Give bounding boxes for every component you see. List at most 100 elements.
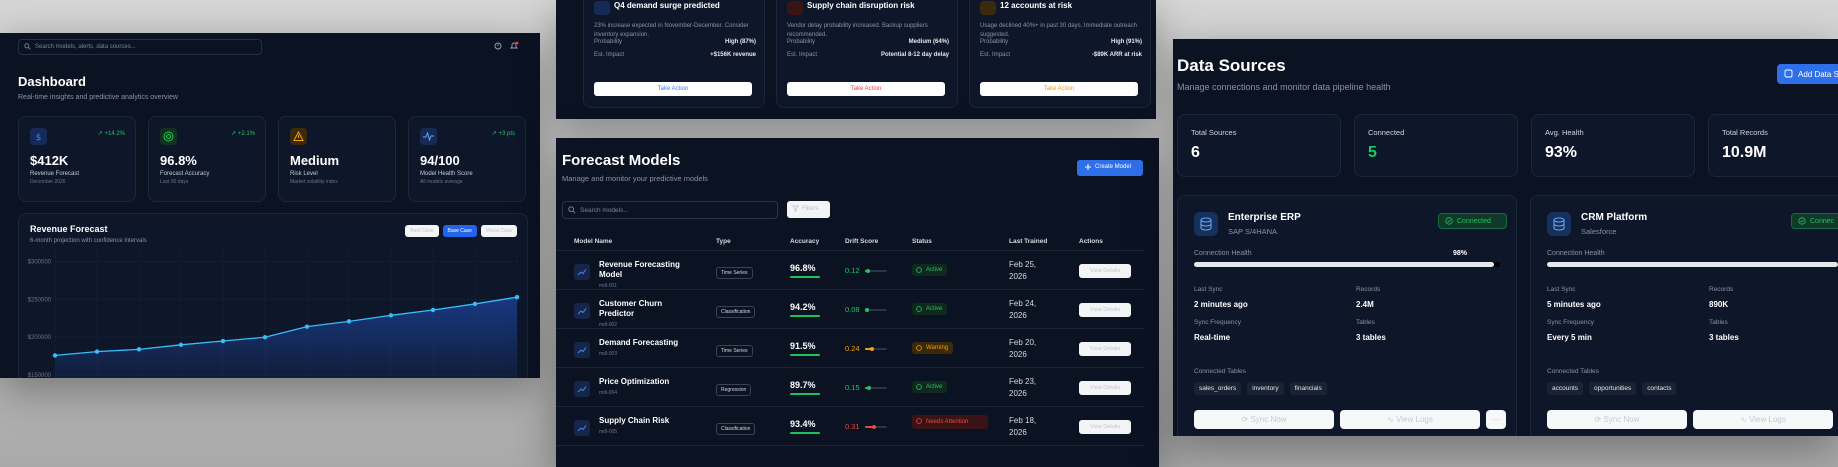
accuracy-bar <box>790 315 820 317</box>
best-case-button[interactable]: Best Case <box>405 225 439 237</box>
data-source-card[interactable]: CRM Platform Salesforce Connec Connection H… <box>1530 195 1838 436</box>
search-placeholder: Search models, alerts, data sources... <box>35 44 136 50</box>
kpi-change: +3 pts <box>498 131 515 137</box>
connection-status-badge: Connec <box>1791 213 1838 229</box>
create-model-button[interactable]: Create Model <box>1077 160 1143 176</box>
view-details-button[interactable]: View Details <box>1079 381 1131 395</box>
stat-total-sources: Total Sources 6 <box>1177 114 1341 177</box>
model-type-badge: Classification <box>716 423 756 435</box>
alert-card-supply: Supply chain disruption risk Vendor dela… <box>776 0 958 108</box>
more-icon: ⋯ <box>1492 415 1500 424</box>
base-case-button[interactable]: Base Case <box>442 225 477 237</box>
impact-label: Est. Impact <box>980 52 1011 58</box>
data-point[interactable] <box>514 294 520 300</box>
kpi-card-risk[interactable]: Medium Risk Level Market volatility inde… <box>278 116 396 202</box>
data-point[interactable] <box>388 313 394 318</box>
tables-label: Tables <box>1356 319 1375 326</box>
view-logs-button[interactable]: ∿ View Logs <box>1340 410 1480 429</box>
data-point[interactable] <box>52 353 58 358</box>
filters-button[interactable]: Filters <box>787 201 830 218</box>
bell-icon[interactable] <box>509 41 519 49</box>
table-row[interactable]: Supply Chain Risk mdl-005 Classification 93… <box>556 407 1144 446</box>
data-point[interactable] <box>136 347 142 352</box>
search-icon <box>24 43 31 50</box>
kpi-value: 94/100 <box>420 153 460 168</box>
clock-icon[interactable] <box>494 42 502 50</box>
sync-now-button[interactable]: ⟳ Sync Now <box>1194 410 1334 429</box>
kpi-change: +2.1% <box>237 131 255 137</box>
col-model-name[interactable]: Model Name <box>574 238 612 245</box>
col-accuracy[interactable]: Accuracy <box>790 238 819 245</box>
kpi-label: Revenue Forecast <box>30 171 80 177</box>
col-status[interactable]: Status <box>912 238 932 245</box>
last-trained-date: Feb 23, 2026 <box>1009 377 1037 398</box>
table-row[interactable]: Price Optimization mdl-004 Regression 89.7%… <box>556 368 1144 407</box>
kpi-value: $412K <box>30 153 69 168</box>
global-search-input[interactable]: Search models, alerts, data sources... <box>18 39 262 55</box>
drift-score: 0.12 <box>845 266 860 275</box>
data-point[interactable] <box>346 319 352 324</box>
kpi-card-revenue[interactable]: $ ↗ +14.2% $412K Revenue Forecast Decemb… <box>18 116 136 202</box>
drift-bar <box>865 308 887 312</box>
col-drift[interactable]: Drift Score <box>845 238 878 245</box>
kpi-card-accuracy[interactable]: ↗ +2.1% 96.8% Forecast Accuracy Last 90 … <box>148 116 266 202</box>
table-row[interactable]: Customer Churn Predictor mdl-002 Classific… <box>556 290 1144 329</box>
section-subtitle: Manage and monitor your predictive model… <box>562 174 708 183</box>
tables-value: 3 tables <box>1709 333 1739 342</box>
col-last-trained[interactable]: Last Trained <box>1009 238 1047 245</box>
take-action-button[interactable]: Take Action <box>787 82 945 96</box>
status-icon <box>916 306 922 312</box>
view-details-button[interactable]: View Details <box>1079 303 1131 317</box>
target-icon <box>160 128 177 145</box>
sync-now-button[interactable]: ⟳ Sync Now <box>1547 410 1687 429</box>
model-id: mdl-003 <box>599 351 618 357</box>
model-type-badge: Regression <box>716 384 752 396</box>
stat-value: 10.9M <box>1722 144 1767 161</box>
take-action-button[interactable]: Take Action <box>980 82 1138 96</box>
take-action-button[interactable]: Take Action <box>594 82 752 96</box>
last-sync-value: 2 minutes ago <box>1194 300 1248 309</box>
table-row[interactable]: Revenue Forecasting Model mdl-001 Time Ser… <box>556 251 1144 290</box>
svg-text:$: $ <box>36 133 42 143</box>
more-options-button[interactable]: ⋯ <box>1486 410 1506 429</box>
sync-now-label: Sync Now <box>1250 415 1287 424</box>
data-point[interactable] <box>178 342 184 348</box>
probability-value: High (91%) <box>1110 39 1142 45</box>
col-type[interactable]: Type <box>716 238 731 245</box>
data-point[interactable] <box>430 307 436 313</box>
dollar-icon: $ <box>30 128 47 145</box>
model-accuracy: 96.8% <box>790 263 816 273</box>
source-vendor: Salesforce <box>1581 227 1617 236</box>
view-logs-button[interactable]: ∿ View Logs <box>1693 410 1833 429</box>
data-point[interactable] <box>472 301 478 307</box>
kpi-change: +14.2% <box>104 131 125 137</box>
table-row[interactable]: Demand Forecasting mdl-003 Time Series 91.5… <box>556 329 1144 368</box>
sync-frequency-label: Sync Frequency <box>1194 319 1241 326</box>
data-point[interactable] <box>304 324 310 329</box>
view-details-button[interactable]: View Details <box>1079 420 1131 434</box>
chart-title: Revenue Forecast <box>30 224 108 234</box>
worst-case-button[interactable]: Worst Case <box>480 225 517 237</box>
kpi-card-health[interactable]: ↗ +3 pts 94/100 Model Health Score All m… <box>408 116 526 202</box>
warning-icon <box>290 128 307 145</box>
add-data-source-button[interactable]: Add Data S <box>1777 64 1838 84</box>
status-label: Active <box>926 306 943 312</box>
data-point[interactable] <box>94 349 100 354</box>
last-sync-label: Last Sync <box>1194 286 1223 293</box>
view-details-button[interactable]: View Details <box>1079 342 1131 356</box>
scenario-toggle: Best Case Base Case Worst Case <box>405 225 517 237</box>
data-source-card[interactable]: Enterprise ERP SAP S/4HANA Connected Connec… <box>1177 195 1517 436</box>
impact-label: Est. Impact <box>787 52 818 58</box>
last-trained-date: Feb 18, 2026 <box>1009 416 1037 437</box>
model-search-input[interactable]: Search models... <box>562 201 778 219</box>
view-logs-label: View Logs <box>1749 415 1786 424</box>
view-details-button[interactable]: View Details <box>1079 264 1131 278</box>
data-point[interactable] <box>262 335 268 340</box>
data-point[interactable] <box>220 338 226 344</box>
status-label: Warning <box>926 345 949 351</box>
table-tag: opportunities <box>1589 382 1637 395</box>
users-icon <box>980 1 996 15</box>
status-icon <box>916 384 922 390</box>
drift-bar <box>865 386 887 390</box>
trend-chart-icon <box>574 264 590 280</box>
